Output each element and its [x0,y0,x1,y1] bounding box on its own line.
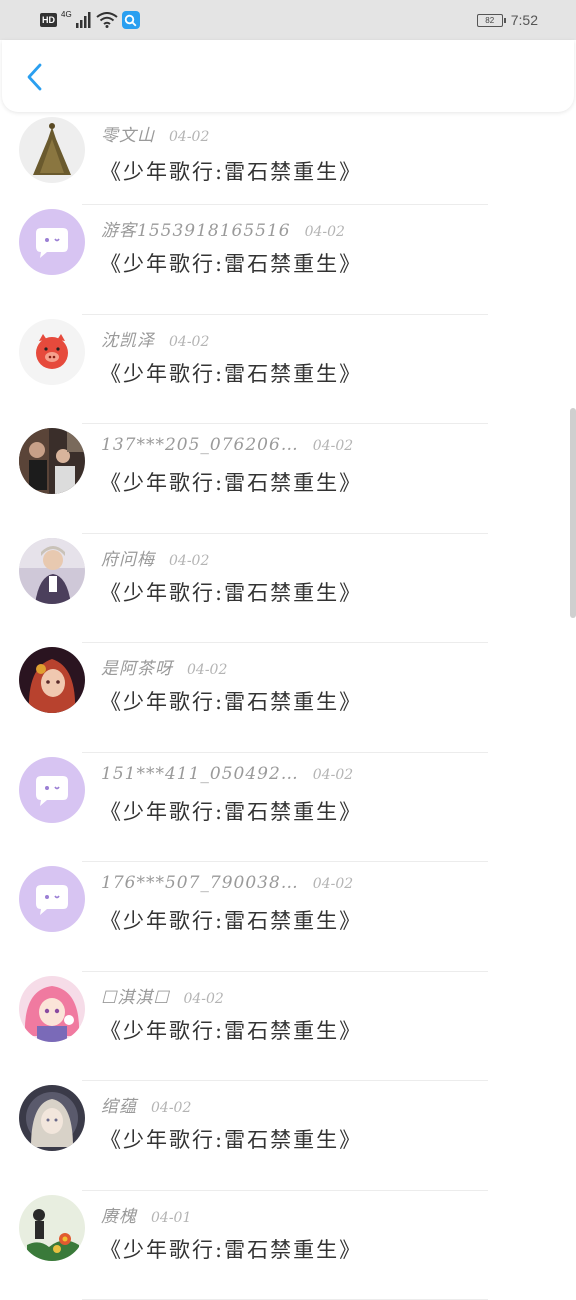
list-item[interactable]: 零文山 04-02 《少年歌行:雷石禁重生》 [0,112,576,205]
message-text: 《少年歌行:雷石禁重生》 [100,796,362,826]
list-item[interactable]: 176***507_790038… 04-02 《少年歌行:雷石禁重生》 [0,862,576,972]
user-name: 151***411_050492… [101,764,299,784]
avatar[interactable] [19,647,85,713]
user-name: 是阿茶呀 [101,659,173,679]
message-text: 《少年歌行:雷石禁重生》 [100,358,362,388]
user-name: ☐淇淇☐ [101,988,169,1008]
list-item[interactable]: 府问梅 04-02 《少年歌行:雷石禁重生》 [0,534,576,644]
item-date: 04-02 [313,876,353,892]
chevron-left-icon [26,62,44,92]
avatar[interactable] [19,866,85,932]
user-name: 沈凯泽 [101,331,155,351]
user-name: 绾蕴 [101,1097,137,1117]
item-date: 04-01 [151,1210,191,1226]
item-date: 04-02 [313,767,353,783]
avatar[interactable] [19,757,85,823]
avatar[interactable] [19,319,85,385]
message-text: 《少年歌行:雷石禁重生》 [100,1124,362,1154]
message-text: 《少年歌行:雷石禁重生》 [100,686,362,716]
battery-level: 82 [485,16,494,25]
message-text: 《少年歌行:雷石禁重生》 [100,248,362,278]
item-date: 04-02 [313,438,353,454]
user-name: 府问梅 [101,550,155,570]
item-meta: 沈凯泽 04-02 [101,326,209,351]
message-text: 《少年歌行:雷石禁重生》 [100,467,362,497]
item-date: 04-02 [169,553,209,569]
item-meta: 176***507_790038… 04-02 [101,873,353,893]
signal-icon [76,12,92,28]
item-date: 04-02 [305,224,345,240]
message-text: 《少年歌行:雷石禁重生》 [100,1015,362,1045]
status-right: 82 7:52 [477,10,538,30]
list-item[interactable]: 是阿茶呀 04-02 《少年歌行:雷石禁重生》 [0,643,576,753]
list-item[interactable]: 137***205_076206… 04-02 《少年歌行:雷石禁重生》 [0,424,576,534]
user-name: 176***507_790038… [101,873,299,893]
hd-badge: HD [40,13,57,27]
clock: 7:52 [511,12,538,28]
user-name: 零文山 [101,126,155,146]
item-date: 04-02 [187,662,227,678]
list-item[interactable]: 赓槐 04-01 《少年歌行:雷石禁重生》 [0,1191,576,1300]
item-date: 04-02 [169,334,209,350]
message-list: 零文山04-02《少年歌行:雷石禁重生》游客155391816551604-02… [0,112,576,1300]
status-bar: HD 4G 82 7:52 [0,0,576,40]
item-date: 04-02 [169,129,209,145]
avatar[interactable] [19,1085,85,1151]
search-app-icon [122,11,140,29]
user-name: 赓槐 [101,1207,137,1227]
wifi-icon [96,12,118,28]
top-nav-bar [2,40,574,112]
list-item[interactable]: 游客1553918165516 04-02 《少年歌行:雷石禁重生》 [0,205,576,315]
message-text: 《少年歌行:雷石禁重生》 [100,577,362,607]
avatar[interactable] [19,209,85,275]
back-button[interactable] [18,60,52,94]
scrollbar[interactable] [570,408,576,618]
message-text: 《少年歌行:雷石禁重生》 [100,156,362,186]
list-item[interactable]: 151***411_050492… 04-02 《少年歌行:雷石禁重生》 [0,753,576,863]
item-meta: 赓槐 04-01 [101,1202,191,1227]
list-item[interactable]: 沈凯泽 04-02 《少年歌行:雷石禁重生》 [0,315,576,425]
user-name: 137***205_076206… [101,435,299,455]
item-meta: 151***411_050492… 04-02 [101,764,353,784]
item-meta: 绾蕴 04-02 [101,1092,191,1117]
item-meta: 是阿茶呀 04-02 [101,654,227,679]
item-date: 04-02 [151,1100,191,1116]
battery-icon: 82 [477,14,503,27]
network-type: 4G [61,10,72,19]
avatar[interactable] [19,428,85,494]
avatar[interactable] [19,117,85,183]
item-meta: 府问梅 04-02 [101,545,209,570]
avatar[interactable] [19,976,85,1042]
list-item[interactable]: ☐淇淇☐ 04-02 《少年歌行:雷石禁重生》 [0,972,576,1082]
avatar[interactable] [19,1195,85,1261]
item-meta: 游客1553918165516 04-02 [101,216,345,241]
status-left: HD 4G [40,9,140,31]
message-text: 《少年歌行:雷石禁重生》 [100,1234,362,1264]
item-date: 04-02 [183,991,223,1007]
avatar[interactable] [19,538,85,604]
user-name: 游客1553918165516 [101,221,291,241]
item-meta: ☐淇淇☐ 04-02 [101,983,224,1008]
item-meta: 零文山 04-02 [101,121,209,146]
list-item[interactable]: 绾蕴 04-02 《少年歌行:雷石禁重生》 [0,1081,576,1191]
item-meta: 137***205_076206… 04-02 [101,435,353,455]
message-text: 《少年歌行:雷石禁重生》 [100,905,362,935]
